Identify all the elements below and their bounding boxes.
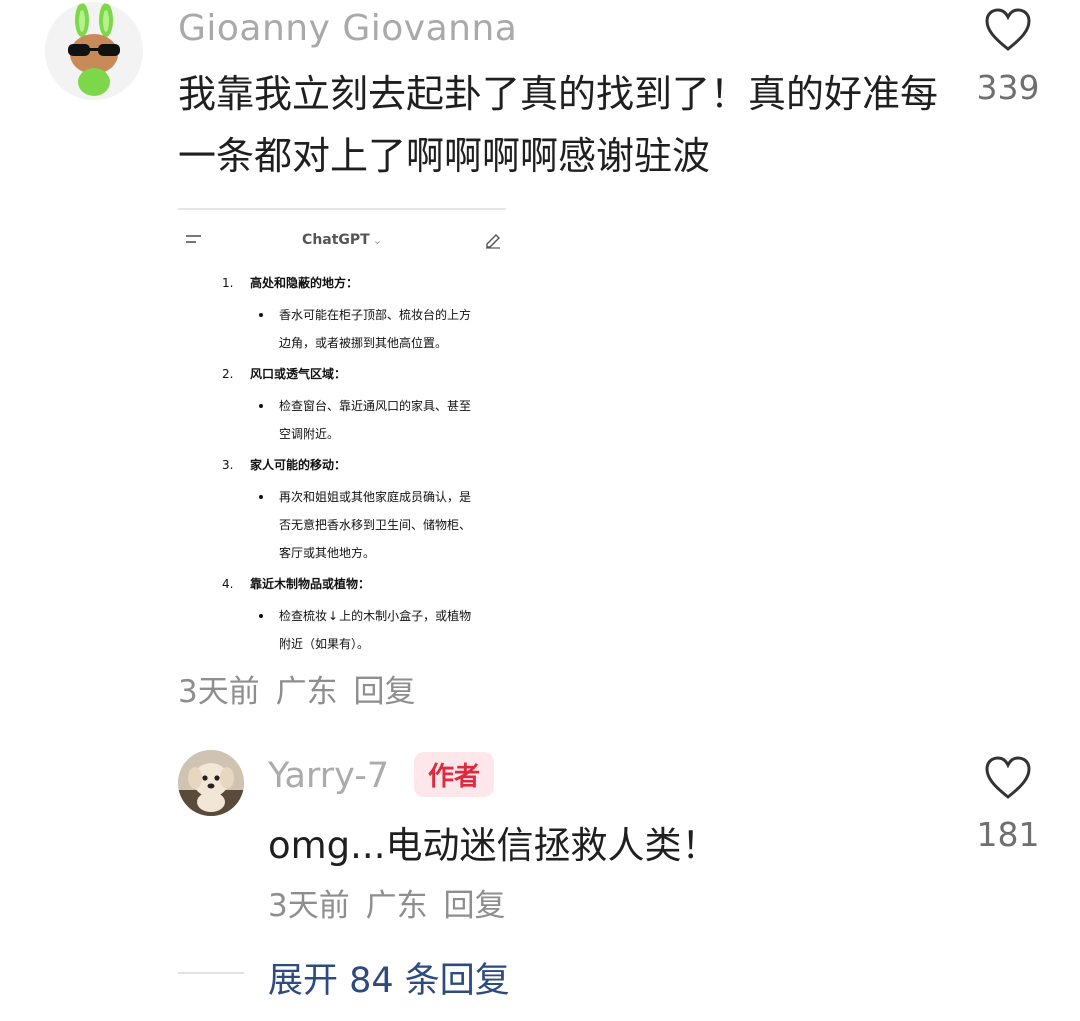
screenshot-title: ChatGPT ⌄: [178, 232, 506, 248]
list-number: 2.: [222, 367, 234, 381]
reply-text: omg...电动迷信拯救人类！: [268, 824, 719, 867]
bullet: [259, 313, 263, 317]
list-number: 1.: [222, 276, 234, 290]
reply-location: 广东: [365, 888, 428, 924]
list-line: 检查窗台、靠近通风口的家具、甚至: [279, 399, 472, 413]
list-heading: 1. 高处和隐蔽的地方：: [222, 274, 358, 291]
comment-text: 我靠我立刻去起卦了真的找到了！真的好准每一条都对上了啊啊啊啊感谢驻波: [178, 72, 939, 178]
list-line: 客厅或其他地方。: [279, 546, 376, 560]
list-heading: 4. 靠近木制物品或植物：: [222, 575, 370, 592]
comment-author[interactable]: Gioanny Giovanna: [178, 8, 517, 49]
list-line: 空调附近。: [279, 427, 340, 441]
heart-icon: [985, 756, 1031, 799]
list-heading-text: 靠近木制物品或植物：: [250, 577, 371, 591]
like-button[interactable]: [984, 756, 1032, 800]
list-line: 否无意把香水移到卫生间、储物柜、: [279, 518, 472, 532]
heart-icon: [985, 8, 1031, 51]
avatar[interactable]: [45, 2, 143, 100]
list-number: 4.: [222, 577, 234, 591]
list-line: 附近（如果有）。: [279, 637, 370, 651]
list-heading: 2. 风口或透气区域：: [222, 365, 346, 382]
attached-image[interactable]: ChatGPT ⌄ 1. 高处和隐蔽的地方： 香水可能在柜子顶部、梳妆台的上方 边角…: [178, 208, 506, 662]
app-title: ChatGPT: [302, 232, 370, 248]
avatar[interactable]: [178, 750, 244, 816]
reply-button[interactable]: 回复: [353, 674, 415, 710]
reply-meta: 3天前 广东 回复: [268, 880, 505, 925]
bullet: [259, 614, 263, 618]
list-heading-text: 家人可能的移动：: [250, 458, 347, 472]
list-heading-text: 风口或透气区域：: [250, 367, 347, 381]
list-heading: 3. 家人可能的移动：: [222, 456, 346, 473]
comment-meta: 3天前 广东 回复: [178, 666, 415, 711]
like-count: 181: [976, 815, 1040, 854]
comment-location: 广东: [275, 674, 338, 710]
edit-icon: [486, 234, 500, 249]
reply-time: 3天前: [268, 888, 350, 924]
bullet: [259, 495, 263, 499]
list-number: 3.: [222, 458, 234, 472]
author-badge: 作者: [414, 752, 495, 797]
list-line-part: 上的木制小盒子，或植物: [339, 609, 472, 623]
reply-author[interactable]: Yarry-7: [268, 756, 389, 796]
like-button[interactable]: [984, 8, 1032, 52]
list-line: 香水可能在柜子顶部、梳妆台的上方: [279, 308, 472, 322]
like-count: 339: [976, 68, 1040, 107]
expand-replies-button[interactable]: 展开 84 条回复: [268, 952, 510, 1003]
dog-avatar-icon: [178, 750, 244, 816]
scroll-down-icon: ↓: [328, 609, 339, 623]
reply-button[interactable]: 回复: [443, 888, 505, 924]
list-line: 再次和姐姐或其他家庭成员确认，是: [279, 490, 472, 504]
divider: [178, 972, 244, 974]
list-line: 边角，或者被挪到其他高位置。: [279, 336, 448, 350]
bunny-sunglasses-avatar-icon: [45, 2, 143, 100]
list-line-part: 检查梳妆: [279, 609, 328, 623]
chevron-down-icon: ⌄: [372, 234, 382, 247]
list-line: 检查梳妆↓上的木制小盒子，或植物: [279, 607, 471, 624]
list-heading-text: 高处和隐蔽的地方：: [250, 276, 359, 290]
bullet: [259, 404, 263, 408]
comment-time: 3天前: [178, 674, 260, 710]
